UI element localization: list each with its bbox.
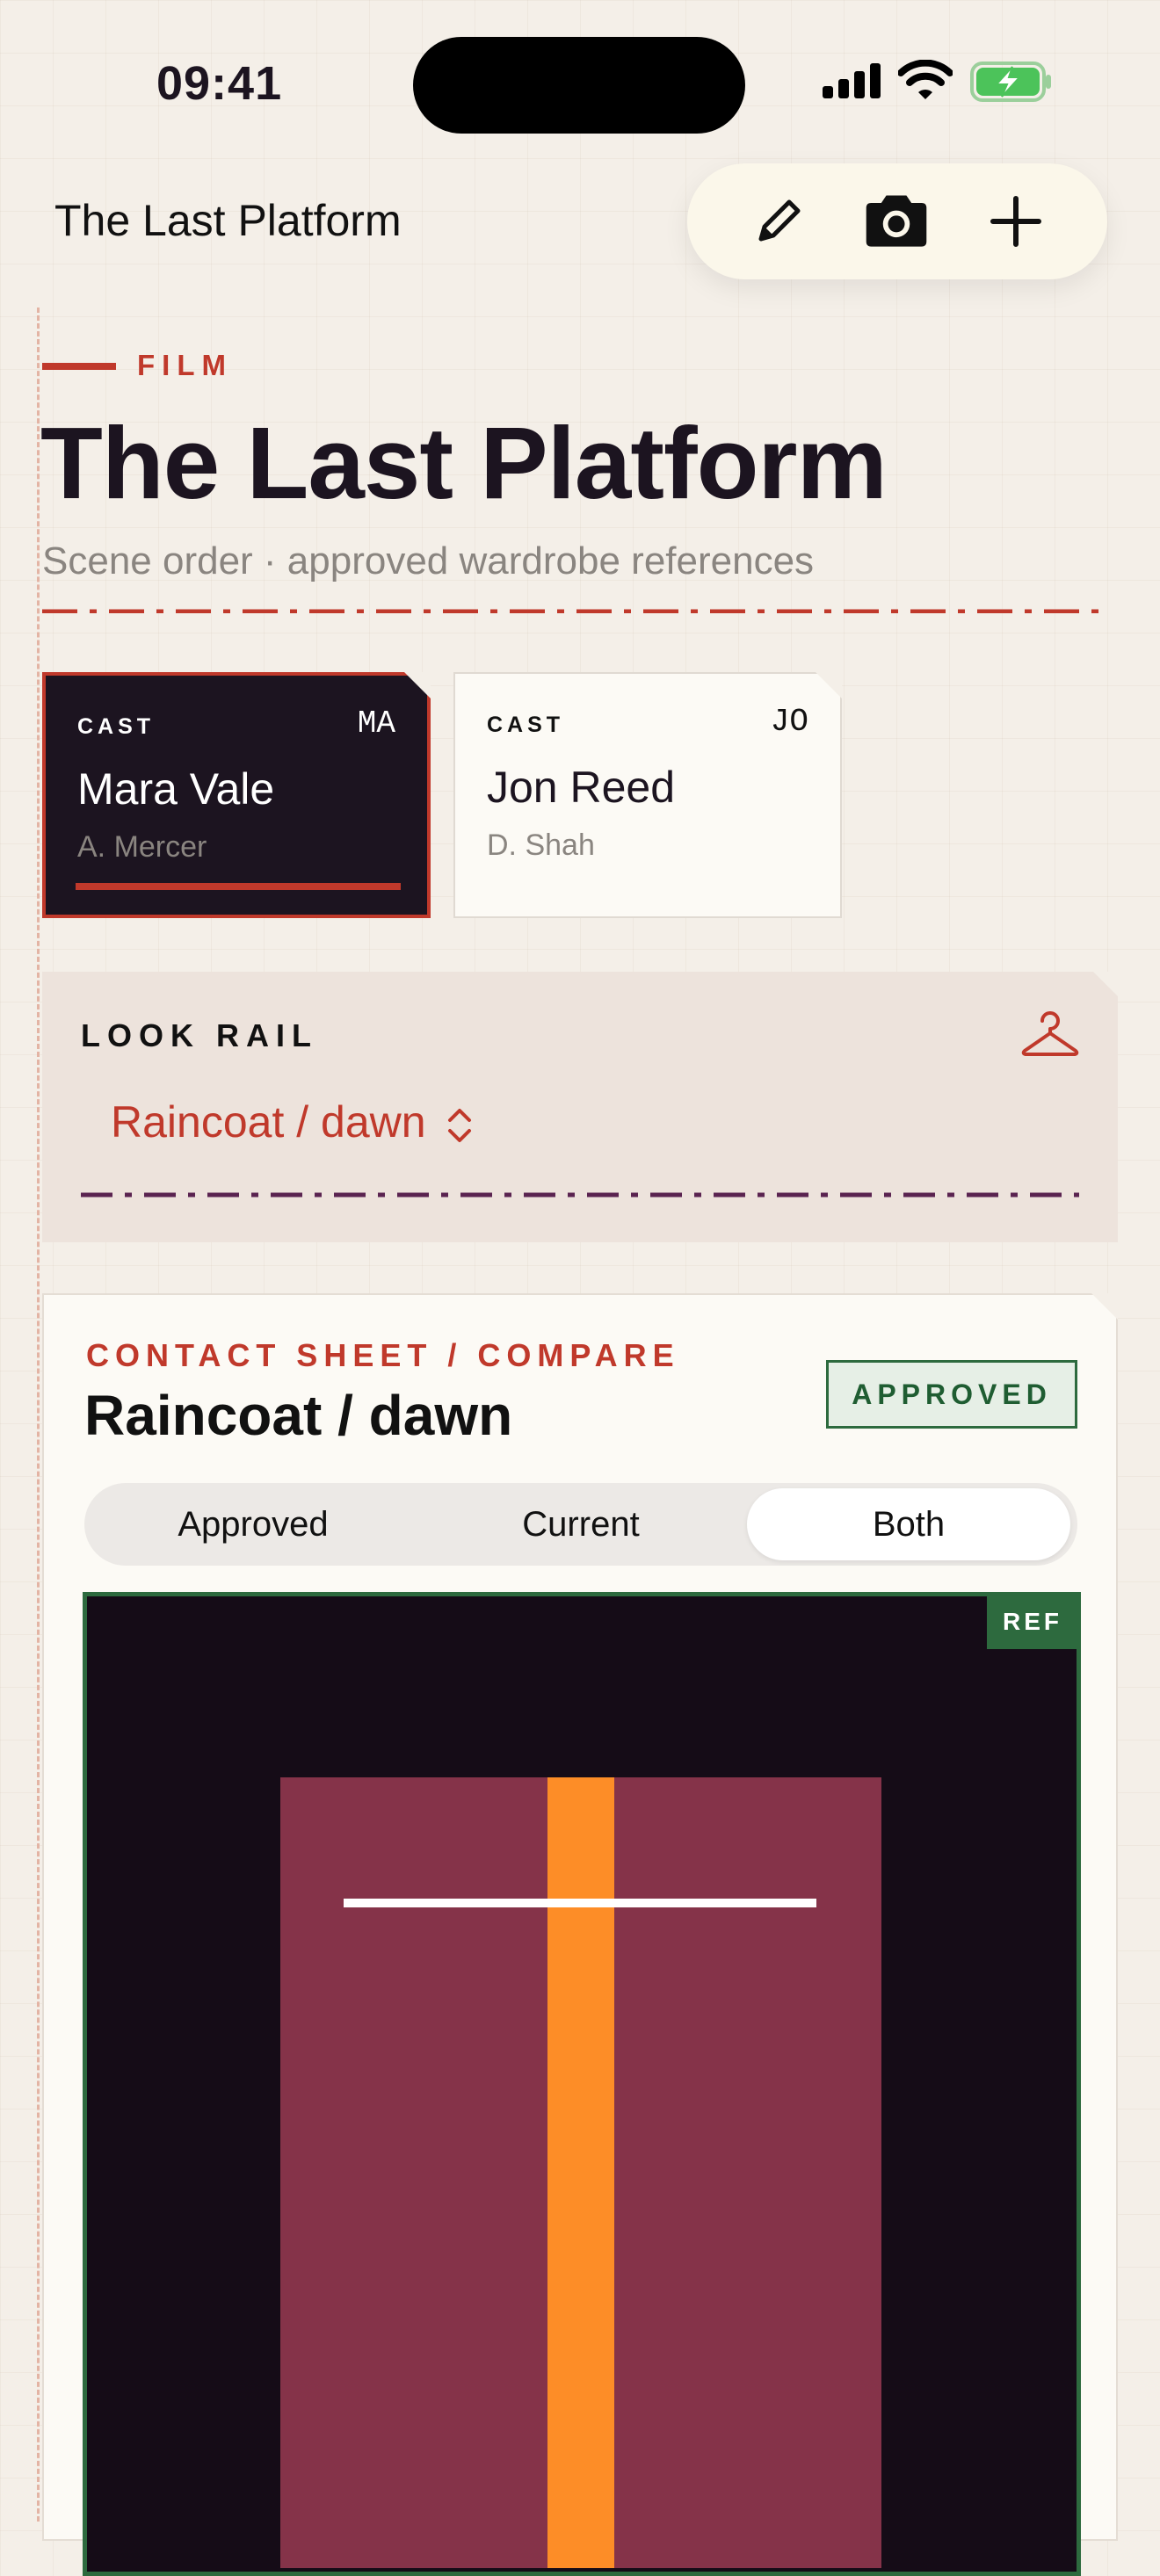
status-time: 09:41 — [156, 57, 283, 110]
nav-title: The Last Platform — [54, 196, 402, 245]
cellular-signal-icon — [823, 63, 881, 98]
look-selector-value: Raincoat / dawn — [111, 1097, 426, 1147]
pencil-icon — [758, 199, 801, 242]
look-rail-divider — [81, 1192, 1079, 1198]
compare-mode-control: Approved Current Both — [84, 1483, 1077, 1566]
cast-label: CAST — [77, 714, 156, 739]
raincoat-swatch — [280, 1777, 881, 2568]
page-subtitle: Scene order · approved wardrobe referenc… — [42, 539, 815, 582]
ref-badge: REF — [987, 1596, 1077, 1649]
cast-initials: JO — [770, 704, 808, 740]
selected-indicator — [76, 883, 401, 890]
chevron-up-down-icon — [448, 1108, 472, 1142]
segment-approved[interactable]: Approved — [91, 1488, 415, 1560]
toolbar-pill — [687, 163, 1107, 279]
contact-sheet-card: CONTACT SHEET / COMPARE Raincoat / dawn … — [42, 1293, 1118, 2576]
segment-both[interactable]: Both — [747, 1488, 1070, 1560]
page-title: The Last Platform — [40, 406, 888, 520]
section-kicker: FILM — [137, 349, 233, 381]
cast-name: Jon Reed — [487, 763, 676, 812]
cast-card-mara-vale[interactable]: CAST MA Mara Vale A. Mercer — [42, 672, 431, 918]
card-corner-cut — [404, 672, 431, 698]
dynamic-island — [413, 37, 745, 134]
card-corner-cut — [1091, 1293, 1118, 1320]
cast-actor: A. Mercer — [77, 830, 207, 864]
look-rail-panel: LOOK RAIL Raincoat / dawn — [42, 972, 1118, 1242]
coat-stripe — [547, 1777, 614, 2568]
panel-corner-cut — [1093, 972, 1118, 996]
header-divider — [42, 609, 1107, 613]
status-badge: APPROVED — [826, 1360, 1077, 1429]
kicker-rule — [42, 363, 116, 370]
cast-actor: D. Shah — [487, 829, 595, 862]
card-corner-cut — [816, 672, 842, 698]
cast-initials: MA — [357, 706, 395, 742]
look-rail-label: LOOK RAIL — [81, 1017, 318, 1053]
cast-label: CAST — [487, 713, 565, 737]
plus-icon — [990, 196, 1041, 247]
battery-charging-icon — [970, 62, 1051, 102]
edit-button[interactable] — [743, 186, 814, 257]
hanger-icon — [1021, 1011, 1079, 1056]
hanger-bar — [344, 1899, 816, 1907]
cast-name: Mara Vale — [77, 764, 275, 814]
segment-current[interactable]: Current — [419, 1488, 743, 1560]
wifi-icon — [898, 60, 953, 99]
camera-icon — [866, 195, 927, 247]
compare-title: Raincoat / dawn — [84, 1384, 513, 1447]
margin-guide — [37, 308, 40, 2522]
compare-kicker: CONTACT SHEET / COMPARE — [86, 1337, 680, 1373]
reference-image[interactable]: REF — [83, 1592, 1081, 2576]
camera-button[interactable] — [861, 186, 932, 257]
add-button[interactable] — [981, 186, 1051, 257]
cast-card-jon-reed[interactable]: CAST JO Jon Reed D. Shah — [453, 672, 842, 918]
look-selector[interactable]: Raincoat / dawn — [111, 1096, 473, 1147]
